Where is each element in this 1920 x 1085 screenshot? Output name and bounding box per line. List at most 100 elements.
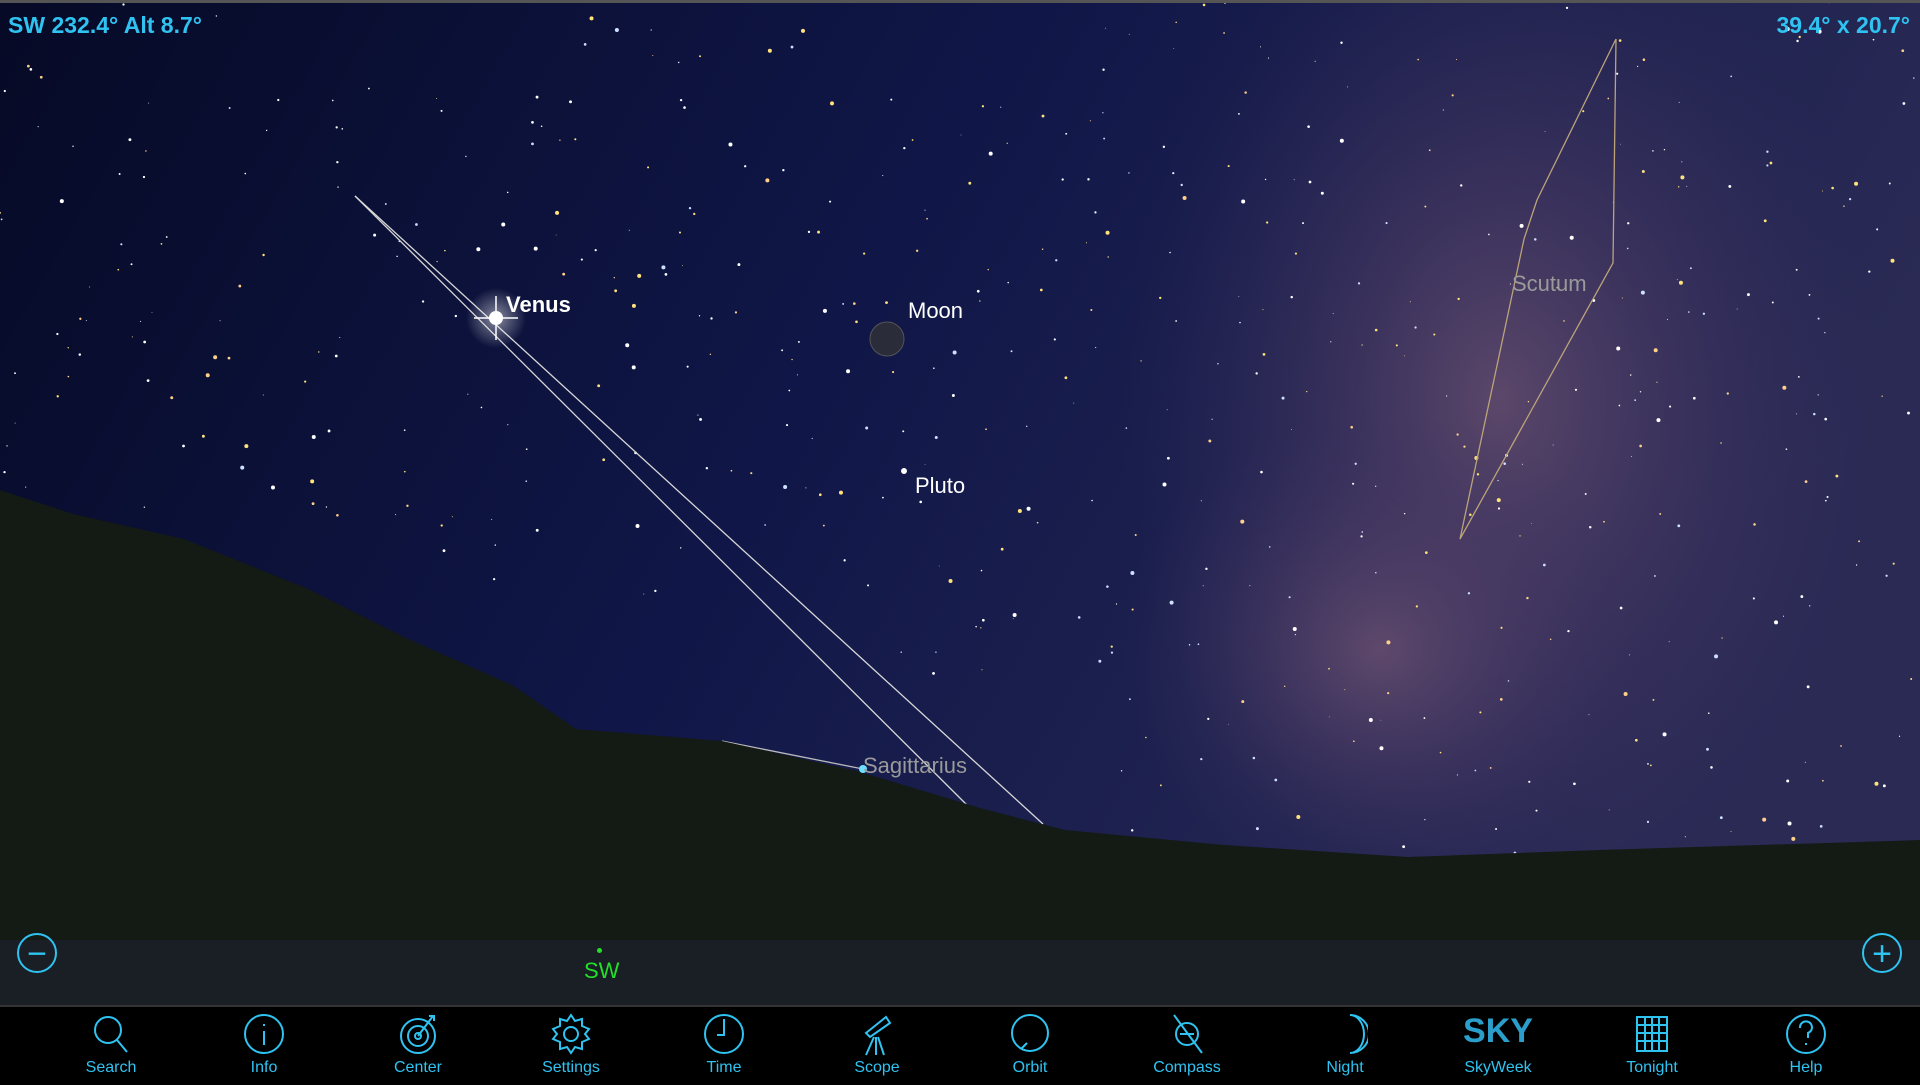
star (1223, 32, 1225, 34)
venus-label[interactable]: Venus (506, 292, 571, 318)
toolbar-night-button[interactable]: Night (1285, 1011, 1405, 1077)
moon-label[interactable]: Moon (908, 298, 963, 324)
star (1202, 3, 1206, 7)
star (822, 524, 825, 527)
star (985, 428, 987, 431)
star (1296, 814, 1301, 819)
star (1000, 547, 1004, 551)
toolbar-label: Info (250, 1059, 278, 1076)
star (981, 105, 985, 108)
moon-marker[interactable] (869, 321, 905, 357)
star (682, 265, 683, 266)
star (1881, 395, 1883, 397)
star (1012, 618, 1014, 620)
toolbar-center-button[interactable]: Center (358, 1011, 478, 1077)
orbit-icon (1011, 1014, 1049, 1052)
star (1110, 651, 1114, 654)
star (6, 445, 8, 447)
star (146, 379, 150, 383)
star (625, 343, 630, 348)
star (1707, 712, 1710, 714)
star (1589, 526, 1592, 529)
star (838, 490, 843, 495)
star (201, 434, 205, 438)
star (1424, 205, 1427, 208)
star (1584, 493, 1587, 495)
star (131, 336, 133, 338)
toolbar-help-button[interactable]: Help (1746, 1011, 1866, 1077)
star (1720, 442, 1722, 444)
toolbar-time-button[interactable]: Time (664, 1011, 784, 1077)
star (1843, 205, 1845, 207)
star (643, 593, 645, 595)
star (1497, 507, 1501, 510)
star (1797, 376, 1800, 378)
zoom-out-button[interactable]: − (17, 933, 57, 973)
star (631, 365, 636, 370)
star (1479, 711, 1482, 714)
star (790, 45, 794, 49)
star (853, 302, 856, 305)
star (1680, 175, 1685, 180)
sky-view[interactable] (0, 0, 1920, 1005)
star (1375, 572, 1377, 574)
star (697, 414, 699, 416)
star (737, 263, 741, 267)
star (122, 3, 125, 6)
star (1055, 259, 1058, 262)
toolbar-scope-button[interactable]: Scope (817, 1011, 937, 1077)
pluto-marker[interactable] (901, 468, 907, 474)
star (1719, 816, 1723, 820)
toolbar-settings-button[interactable]: Settings (511, 1011, 631, 1077)
star (1290, 295, 1293, 299)
star (1686, 185, 1688, 187)
star (1677, 524, 1681, 528)
toolbar-orbit-button[interactable]: Orbit (970, 1011, 1090, 1077)
toolbar-label: Tonight (1626, 1059, 1678, 1076)
help-icon (1786, 1014, 1826, 1054)
toolbar-label: Orbit (1012, 1059, 1048, 1076)
star (1175, 21, 1177, 24)
toolbar-search-button[interactable]: Search (51, 1011, 171, 1077)
star (1260, 470, 1263, 474)
star (1588, 714, 1590, 716)
toolbar-skyweek-button[interactable]: SKY SkyWeek (1438, 1011, 1558, 1077)
star (1077, 616, 1081, 619)
pluto-label[interactable]: Pluto (915, 473, 965, 499)
star (277, 98, 280, 102)
star (1403, 512, 1406, 515)
star (501, 222, 506, 227)
star (442, 549, 446, 553)
toolbar-tonight-button[interactable]: Tonight (1592, 1011, 1712, 1077)
star (1125, 427, 1128, 429)
star (1252, 756, 1256, 760)
star (1639, 391, 1642, 393)
star (902, 430, 905, 433)
star (647, 166, 650, 169)
star (1782, 615, 1785, 617)
toolbar-info-button[interactable]: Info (204, 1011, 324, 1077)
star (1500, 626, 1503, 629)
star (842, 302, 845, 305)
star (506, 191, 509, 194)
star (318, 351, 320, 353)
star (1103, 137, 1106, 140)
star (1582, 110, 1585, 113)
star (1041, 114, 1045, 118)
star (1354, 462, 1357, 465)
star (325, 506, 328, 508)
star (1907, 411, 1910, 415)
star (1456, 774, 1458, 776)
zoom-in-button[interactable]: + (1862, 933, 1902, 973)
toolbar-compass-button[interactable]: Compass (1127, 1011, 1247, 1077)
star (1385, 221, 1388, 225)
star (1771, 301, 1774, 304)
star (415, 223, 418, 226)
star (1835, 474, 1839, 478)
star (1064, 376, 1068, 380)
star (1259, 46, 1262, 48)
star (1868, 270, 1871, 273)
star (1626, 247, 1629, 250)
star (0, 218, 3, 221)
star (1786, 779, 1790, 783)
